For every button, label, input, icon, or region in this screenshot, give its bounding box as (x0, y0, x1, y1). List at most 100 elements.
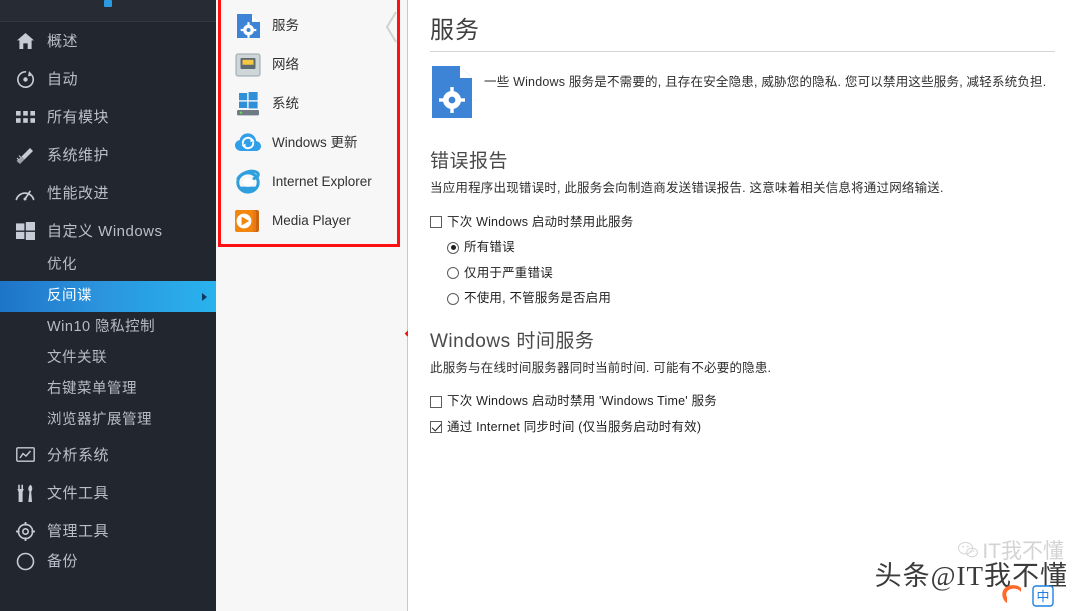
sidebar-item-6[interactable]: 优化 (0, 250, 216, 281)
sidebar-nav-list: 概述 自动所有模块系统维护性能改进自定义 Windows 优化反间谍 Win10 隐私… (0, 22, 216, 572)
watermark-ghost-text: IT我不懂 (982, 540, 1064, 563)
section-title: Windows 时间服务 (430, 330, 595, 352)
analyze-icon (14, 445, 36, 465)
watermark-ghost: IT我不懂 (958, 535, 1064, 565)
submenu-item-label: Windows 更新 (272, 134, 358, 150)
sidebar-item-4[interactable]: 性能改进 (0, 174, 216, 212)
radio-icon[interactable] (447, 267, 459, 280)
submenu-item-0[interactable]: 服务 (221, 6, 397, 45)
sidebar-item-label: 性能改进 (47, 184, 110, 202)
sidebar-item-3[interactable]: 系统维护 (0, 136, 216, 174)
windows-update-icon (235, 130, 261, 156)
sidebar-item-1[interactable]: 自动 (0, 60, 216, 98)
submenu-item-4[interactable]: Internet Explorer (221, 162, 397, 201)
submenu-item-5[interactable]: Media Player (221, 201, 397, 240)
media-player-icon (235, 208, 261, 234)
modules-icon (14, 107, 36, 127)
page-title: 服务 (430, 17, 480, 44)
sidebar-item-label: 备份 (47, 552, 79, 570)
option-label: 下次 Windows 启动时禁用 'Windows Time' 服务 (447, 394, 717, 409)
watermark: IT我不懂 头条@IT我不懂 中 (874, 540, 1068, 607)
sidebar-item-label: 文件关联 (47, 350, 107, 367)
system-pc-icon (235, 91, 261, 117)
error-report-radio-0[interactable]: 所有错误 (447, 241, 1052, 254)
radio-icon[interactable] (447, 241, 459, 254)
submenu-item-label: 服务 (272, 17, 299, 33)
intro-text: 一些 Windows 服务是不需要的, 且存在安全隐患, 威胁您的隐私. 您可以… (484, 75, 1047, 90)
settings-icon (14, 521, 36, 541)
wechat-icon (958, 541, 979, 557)
checkbox-icon[interactable] (430, 421, 442, 434)
sidebar-item-11[interactable]: 浏览器扩展管理 (0, 405, 216, 436)
submenu-item-label: 网络 (272, 56, 299, 72)
section-title: 错误报告 (430, 151, 509, 173)
submenu-list: 服务网络系统 Windows 更新 Internet Explorer Media P… (221, 0, 397, 240)
watermark-main-text: 头条@IT我不懂 (874, 561, 1068, 591)
error-report-radio-2[interactable]: 不使用, 不管服务是否启用 (447, 292, 1052, 305)
option-label: 所有错误 (464, 240, 515, 255)
sogou-icon (1002, 585, 1021, 603)
submenu-panel: 服务网络系统 Windows 更新 Internet Explorer Media P… (216, 0, 505, 611)
sidebar-item-12[interactable]: 分析系统 (0, 436, 216, 474)
intro-block: 一些 Windows 服务是不需要的, 且存在安全隐患, 威胁您的隐私. 您可以… (430, 64, 1052, 125)
submenu-item-1[interactable]: 网络 (221, 45, 397, 84)
sidebar-item-label: 分析系统 (47, 446, 110, 464)
backup-icon (14, 551, 36, 571)
sidebar-item-13[interactable]: 文件工具 (0, 474, 216, 512)
sidebar-item-0[interactable]: 概述 (0, 22, 216, 60)
gauge-icon (14, 183, 36, 203)
submenu-item-2[interactable]: 系统 (221, 84, 397, 123)
sidebar-item-9[interactable]: 文件关联 (0, 343, 216, 374)
option-group: 下次 Windows 启动时禁用 'Windows Time' 服务 通过 Int… (430, 395, 1052, 434)
option-group: 下次 Windows 启动时禁用此服务所有错误仅用于严重错误不使用, 不管服务是… (430, 216, 1052, 305)
sidebar-item-15[interactable]: 备份 (0, 550, 216, 572)
watermark-badge: 中 (1000, 583, 1054, 607)
collapse-panel-chevron-icon[interactable] (384, 10, 400, 44)
sidebar-item-label: 所有模块 (47, 108, 110, 126)
disable-service-checkbox[interactable]: 下次 Windows 启动时禁用此服务 (430, 216, 1052, 229)
windows-icon (14, 221, 36, 241)
section-1: Windows 时间服务 此服务与在线时间服务器同时当前时间. 可能有不必要的隐患… (430, 331, 1052, 434)
option-label: 下次 Windows 启动时禁用此服务 (447, 214, 634, 229)
tools-icon (14, 483, 36, 503)
internet-explorer-icon (235, 169, 261, 195)
option-label: 通过 Internet 同步时间 (仅当服务启动时有效) (447, 419, 702, 434)
time-service-checkbox-0[interactable]: 下次 Windows 启动时禁用 'Windows Time' 服务 (430, 395, 1052, 408)
section-0: 错误报告当应用程序出现错误时, 此服务会向制造商发送错误报告. 这意味着相关信息… (430, 151, 1052, 305)
sidebar-item-label: 文件工具 (47, 484, 110, 502)
submenu-highlight-box: 服务网络系统 Windows 更新 Internet Explorer Media P… (218, 0, 400, 247)
auto-icon (14, 69, 36, 89)
chevron-right-icon (202, 292, 207, 301)
checkbox-icon[interactable] (430, 216, 442, 229)
sidebar-accent-marker (104, 0, 112, 7)
error-report-radio-1[interactable]: 仅用于严重错误 (447, 267, 1052, 280)
sidebar-item-8[interactable]: Win10 隐私控制 (0, 312, 216, 343)
sidebar-item-5[interactable]: 自定义 Windows (0, 212, 216, 250)
time-service-checkbox-1[interactable]: 通过 Internet 同步时间 (仅当服务启动时有效) (430, 421, 1052, 434)
submenu-item-3[interactable]: Windows 更新 (221, 123, 397, 162)
sidebar-item-10[interactable]: 右键菜单管理 (0, 374, 216, 405)
submenu-item-label: Media Player (272, 212, 351, 228)
sidebar-item-2[interactable]: 所有模块 (0, 98, 216, 136)
sidebar-item-label: 管理工具 (47, 522, 110, 540)
sidebar-item-14[interactable]: 管理工具 (0, 512, 216, 550)
broom-icon (14, 145, 36, 165)
network-port-icon (235, 52, 261, 78)
radio-icon[interactable] (447, 292, 459, 305)
ime-chinese-icon: 中 (1032, 585, 1054, 607)
sidebar-item-label: 浏览器扩展管理 (47, 412, 152, 429)
service-doc-icon (235, 13, 261, 39)
sidebar-item-label: Win10 隐私控制 (47, 319, 156, 336)
sidebar-item-7[interactable]: 反间谍 (0, 281, 216, 312)
service-doc-icon (430, 64, 474, 125)
sections-container: 错误报告当应用程序出现错误时, 此服务会向制造商发送错误报告. 这意味着相关信息… (430, 151, 1052, 434)
option-label: 不使用, 不管服务是否启用 (464, 291, 612, 306)
sidebar-item-label: 自定义 Windows (47, 222, 163, 240)
sidebar-item-label: 反间谍 (47, 288, 92, 305)
checkbox-icon[interactable] (430, 395, 442, 408)
application-window: 概述 自动所有模块系统维护性能改进自定义 Windows 优化反间谍 Win10 隐私… (0, 0, 1080, 611)
sidebar-topbar (0, 0, 216, 22)
svg-text:中: 中 (1036, 589, 1049, 604)
sidebar: 概述 自动所有模块系统维护性能改进自定义 Windows 优化反间谍 Win10 隐私… (0, 0, 216, 611)
section-description: 当应用程序出现错误时, 此服务会向制造商发送错误报告. 这意味着相关信息将通过网… (430, 181, 944, 196)
